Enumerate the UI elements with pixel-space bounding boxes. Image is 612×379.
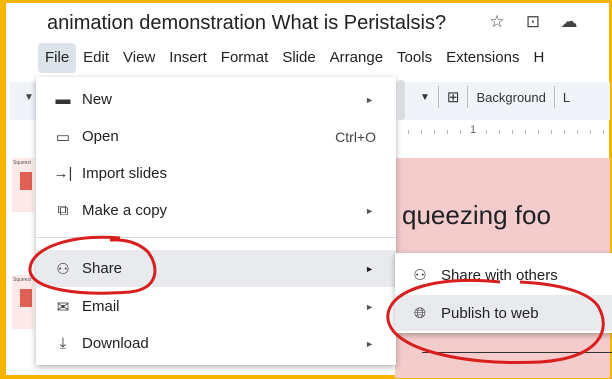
share-person-icon: ⚇ <box>56 260 70 278</box>
submenu-arrow-icon: ► <box>365 263 374 274</box>
open-shortcut: Ctrl+O <box>335 128 376 145</box>
menu-format[interactable]: Format <box>214 43 276 73</box>
cloud-status-icon[interactable]: ☁ <box>558 12 580 32</box>
menu-divider <box>36 237 396 238</box>
frame-border-left <box>0 0 6 379</box>
background-button[interactable]: Background <box>476 90 545 105</box>
file-menu-import-label: Import slides <box>82 165 168 182</box>
thumbnail-shape <box>20 289 32 307</box>
file-menu-download-label: Download <box>82 335 149 352</box>
slide-thumbnail[interactable]: Squeezi <box>12 275 34 329</box>
submenu-arrow-icon: ► <box>365 205 374 216</box>
share-with-others-label: Share with others <box>441 266 558 284</box>
share-person-icon: ⚇ <box>413 267 427 284</box>
folder-icon: ▭ <box>55 128 71 146</box>
share-submenu: ⚇ Share with others 🌐︎ Publish to web <box>395 253 612 333</box>
thumbnail-shape <box>20 172 32 190</box>
slide-thumbnail[interactable]: Squeezi <box>12 158 34 212</box>
file-menu-open-label: Open <box>82 128 119 145</box>
share-with-others[interactable]: ⚇ Share with others <box>395 257 612 293</box>
publish-to-web[interactable]: 🌐︎ Publish to web <box>395 295 612 331</box>
ruler-mark: 1 <box>469 124 478 136</box>
email-icon: ✉ <box>56 298 70 316</box>
menu-help[interactable]: H <box>526 43 551 73</box>
submenu-arrow-icon: ► <box>365 94 374 105</box>
menu-scrollbar[interactable] <box>397 80 405 120</box>
file-menu-import-slides[interactable]: →| Import slides <box>36 155 396 192</box>
toolbar-separator <box>437 86 439 108</box>
menu-arrange[interactable]: Arrange <box>323 43 390 73</box>
copy-icon: ⧉ <box>57 202 69 219</box>
layout-button[interactable]: L <box>563 90 570 105</box>
file-menu-email[interactable]: ✉ Email ► <box>36 288 396 325</box>
publish-to-web-label: Publish to web <box>441 304 539 322</box>
toolbar-separator <box>467 86 469 108</box>
file-menu-download[interactable]: ⤓ Download ► <box>36 325 396 362</box>
ruler: 1 <box>395 124 610 142</box>
menu-edit[interactable]: Edit <box>76 43 116 73</box>
menu-bar: File Edit View Insert Format Slide Arran… <box>38 43 551 73</box>
menu-view[interactable]: View <box>116 43 162 73</box>
file-menu-email-label: Email <box>82 298 120 315</box>
menu-extensions[interactable]: Extensions <box>439 43 526 73</box>
menu-tools[interactable]: Tools <box>390 43 439 73</box>
title-icons: ☆ ⊡ ☁ <box>486 12 580 32</box>
add-comment-icon[interactable]: ⊞ <box>447 88 460 106</box>
dropdown-caret-icon[interactable]: ▼ <box>420 92 430 103</box>
menu-file[interactable]: File <box>38 43 77 73</box>
import-icon: →| <box>53 165 73 182</box>
new-icon: ▬ <box>55 91 71 108</box>
move-to-folder-icon[interactable]: ⊡ <box>522 12 544 32</box>
file-menu-share[interactable]: ⚇ Share ► <box>36 250 396 287</box>
toolbar-caret-icon[interactable]: ▼ <box>24 92 34 103</box>
globe-icon: 🌐︎ <box>413 304 426 322</box>
thumbnail-label: Squeezi <box>13 160 32 166</box>
file-menu-make-copy[interactable]: ⧉ Make a copy ► <box>36 192 396 229</box>
slide-line <box>422 352 612 353</box>
file-menu-new[interactable]: ▬ New ► <box>36 81 396 118</box>
submenu-arrow-icon: ► <box>365 301 374 312</box>
thumbnail-label: Squeezi <box>13 277 32 283</box>
menu-slide[interactable]: Slide <box>275 43 322 73</box>
toolbar-separator <box>553 86 555 108</box>
file-menu: ▬ New ► ▭ Open Ctrl+O →| Import slides ⧉… <box>36 77 396 365</box>
file-menu-open[interactable]: ▭ Open Ctrl+O <box>36 118 396 155</box>
toolbar-right: ▼ ⊞ Background L <box>420 86 570 108</box>
document-title[interactable]: animation demonstration What is Peristal… <box>47 12 446 35</box>
menu-insert[interactable]: Insert <box>162 43 214 73</box>
slide-title-text[interactable]: queezing foo <box>402 200 551 231</box>
frame-border-top <box>0 0 612 3</box>
download-icon: ⤓ <box>59 335 67 352</box>
file-menu-new-label: New <box>82 91 113 108</box>
star-icon[interactable]: ☆ <box>486 12 508 32</box>
file-menu-share-label: Share <box>82 260 123 277</box>
submenu-arrow-icon: ► <box>365 338 374 349</box>
file-menu-copy-label: Make a copy <box>82 202 168 219</box>
